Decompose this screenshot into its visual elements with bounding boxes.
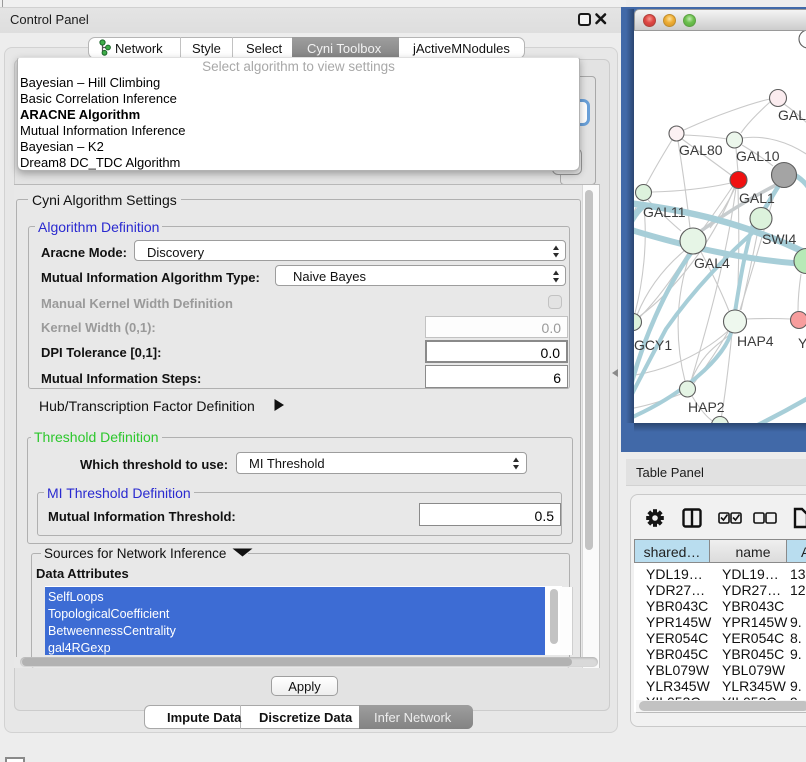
svg-text:HAP4: HAP4 <box>737 333 774 349</box>
svg-text:GCY1: GCY1 <box>634 337 672 353</box>
svg-text:GAL11: GAL11 <box>643 204 686 220</box>
svg-text:HAP2: HAP2 <box>688 399 725 415</box>
svg-text:GAL2: GAL2 <box>778 107 806 123</box>
svg-text:GAL4: GAL4 <box>694 255 730 271</box>
svg-text:GAL80: GAL80 <box>679 142 723 158</box>
svg-text:GAL10: GAL10 <box>736 148 780 164</box>
svg-text:SWI4: SWI4 <box>762 231 796 247</box>
svg-text:GAL1: GAL1 <box>739 190 775 206</box>
svg-text:Y: Y <box>798 335 806 351</box>
